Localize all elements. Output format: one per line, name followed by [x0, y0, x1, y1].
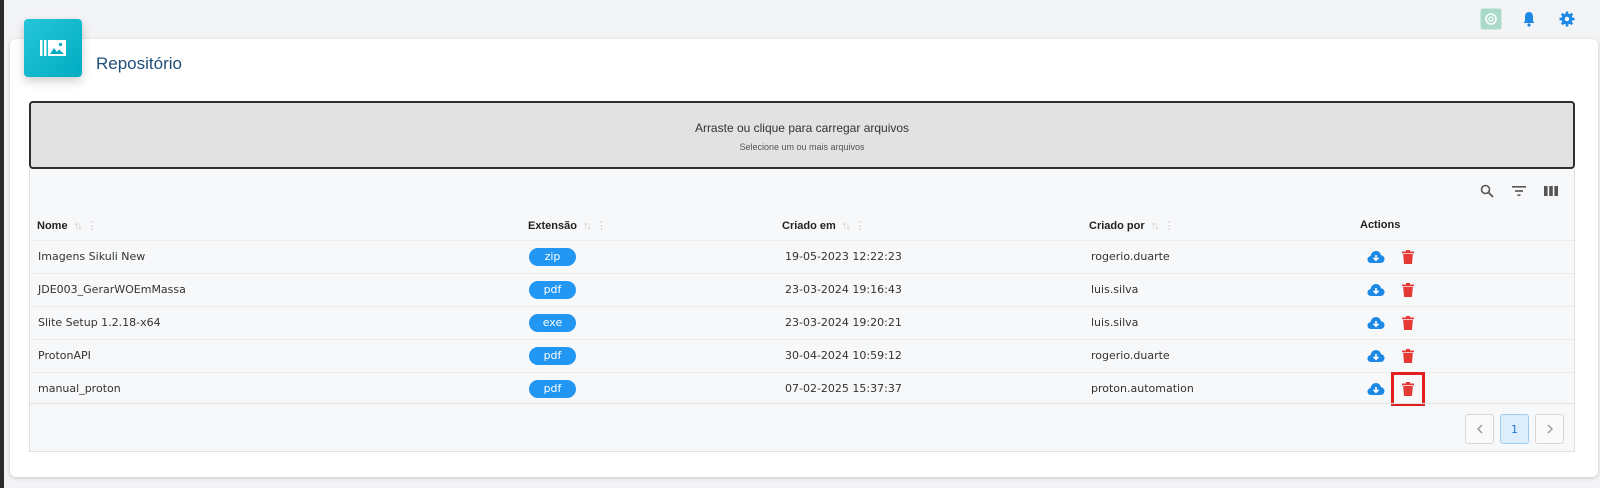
- column-header-actions: Actions: [1360, 219, 1400, 231]
- row-actions: [1367, 281, 1417, 299]
- file-name: manual_proton: [38, 382, 121, 395]
- created-at: 07-02-2025 15:37:37: [785, 382, 902, 395]
- chevron-right-icon[interactable]: [1535, 414, 1564, 444]
- column-label: Criado por: [1089, 219, 1145, 232]
- extension-badge: pdf: [529, 347, 576, 365]
- dropzone-subtitle: Selecione um ou mais arquivos: [739, 142, 865, 152]
- column-header-nome[interactable]: Nome ↑↓ ⋮: [37, 219, 98, 233]
- table-row[interactable]: JDE003_GerarWOEmMassa pdf 23-03-2024 19:…: [30, 273, 1574, 306]
- table-footer: 1: [30, 403, 1574, 452]
- table-row[interactable]: Imagens Sikuli New zip 19-05-2023 12:22:…: [30, 240, 1574, 273]
- created-at: 30-04-2024 10:59:12: [785, 349, 902, 362]
- column-label: Criado em: [782, 219, 836, 232]
- table-row[interactable]: manual_proton pdf 07-02-2025 15:37:37 pr…: [30, 372, 1574, 406]
- created-by: luis.silva: [1091, 283, 1139, 296]
- cloud-download-icon[interactable]: [1367, 380, 1385, 398]
- cloud-download-icon[interactable]: [1367, 281, 1385, 299]
- table-toolbar: [1478, 182, 1560, 200]
- row-actions: [1367, 248, 1417, 266]
- extension-badge: exe: [529, 314, 576, 332]
- cloud-download-icon[interactable]: [1367, 248, 1385, 266]
- trash-icon[interactable]: [1399, 248, 1417, 266]
- extension-badge: zip: [529, 248, 576, 266]
- filter-icon[interactable]: [1510, 182, 1528, 200]
- column-header-criado-em[interactable]: Criado em ↑↓ ⋮: [782, 219, 866, 233]
- created-by: rogerio.duarte: [1091, 250, 1170, 263]
- columns-icon[interactable]: [1542, 182, 1560, 200]
- file-name: Imagens Sikuli New: [38, 250, 146, 263]
- trash-icon[interactable]: [1391, 372, 1425, 406]
- file-name: ProtonAPI: [38, 349, 91, 362]
- sort-icon[interactable]: ↑↓: [842, 220, 851, 232]
- gear-icon[interactable]: [1556, 8, 1578, 30]
- column-menu-icon[interactable]: ⋮: [1164, 219, 1175, 232]
- created-at: 23-03-2024 19:20:21: [785, 316, 902, 329]
- upload-dropzone[interactable]: Arraste ou clique para carregar arquivos…: [29, 101, 1575, 169]
- trash-icon[interactable]: [1399, 281, 1417, 299]
- chatgpt-icon[interactable]: [1480, 8, 1502, 30]
- bell-icon[interactable]: [1518, 8, 1540, 30]
- window-edge: [0, 0, 4, 488]
- sort-icon[interactable]: ↑↓: [74, 220, 83, 232]
- column-menu-icon[interactable]: ⋮: [855, 219, 866, 232]
- column-label: Nome: [37, 219, 68, 232]
- extension-badge: pdf: [529, 380, 576, 398]
- column-label: Extensão: [528, 219, 577, 232]
- column-label: Actions: [1360, 219, 1401, 231]
- extension-badge: pdf: [529, 281, 576, 299]
- gallery-icon: [24, 19, 82, 77]
- created-by: luis.silva: [1091, 316, 1139, 329]
- file-name: JDE003_GerarWOEmMassa: [38, 283, 186, 296]
- created-at: 23-03-2024 19:16:43: [785, 283, 902, 296]
- created-at: 19-05-2023 12:22:23: [785, 250, 902, 263]
- page-button[interactable]: 1: [1500, 414, 1529, 444]
- page-title: Repositório: [96, 54, 182, 73]
- column-menu-icon[interactable]: ⋮: [87, 219, 98, 232]
- trash-icon[interactable]: [1399, 314, 1417, 332]
- cloud-download-icon[interactable]: [1367, 314, 1385, 332]
- table-row[interactable]: ProtonAPI pdf 30-04-2024 10:59:12 rogeri…: [30, 339, 1574, 372]
- created-by: proton.automation: [1091, 382, 1194, 395]
- chevron-left-icon[interactable]: [1465, 414, 1494, 444]
- sort-icon[interactable]: ↑↓: [583, 220, 592, 232]
- column-menu-icon[interactable]: ⋮: [596, 219, 607, 232]
- dropzone-title: Arraste ou clique para carregar arquivos: [694, 121, 910, 135]
- file-name: Slite Setup 1.2.18-x64: [38, 316, 161, 329]
- files-table: Nome ↑↓ ⋮ Extensão ↑↓ ⋮ Criado em ↑↓ ⋮ C…: [29, 169, 1575, 452]
- created-by: rogerio.duarte: [1091, 349, 1170, 362]
- trash-icon[interactable]: [1399, 347, 1417, 365]
- cloud-download-icon[interactable]: [1367, 347, 1385, 365]
- row-actions: [1367, 372, 1425, 406]
- pagination: 1: [1465, 414, 1564, 444]
- repository-card: Repositório Arraste ou clique para carre…: [10, 19, 1598, 477]
- row-actions: [1367, 347, 1417, 365]
- search-icon[interactable]: [1478, 182, 1496, 200]
- table-header: Nome ↑↓ ⋮ Extensão ↑↓ ⋮ Criado em ↑↓ ⋮ C…: [30, 215, 1574, 239]
- topbar-icons: [1480, 8, 1578, 30]
- column-header-criado-por[interactable]: Criado por ↑↓ ⋮: [1089, 219, 1175, 233]
- row-actions: [1367, 314, 1417, 332]
- sort-icon[interactable]: ↑↓: [1151, 220, 1160, 232]
- table-row[interactable]: Slite Setup 1.2.18-x64 exe 23-03-2024 19…: [30, 306, 1574, 339]
- column-header-extensao[interactable]: Extensão ↑↓ ⋮: [528, 219, 607, 233]
